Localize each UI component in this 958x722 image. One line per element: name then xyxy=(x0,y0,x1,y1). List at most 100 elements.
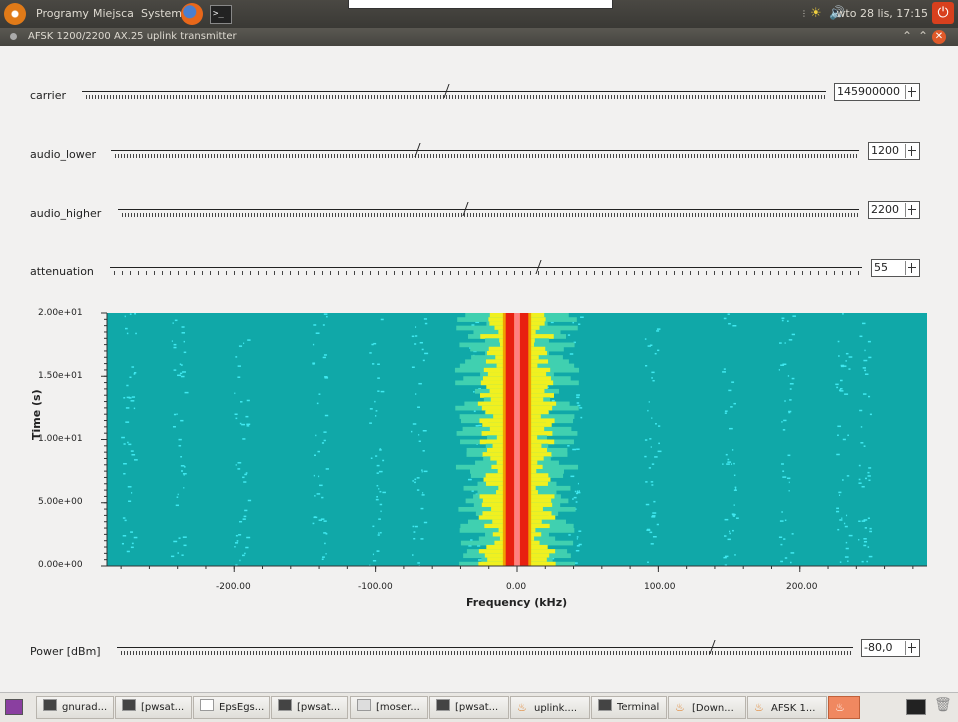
waterfall-speckle xyxy=(247,339,251,341)
waterfall-speckle xyxy=(570,475,575,478)
clock[interactable]: wto 28 lis, 17:15 xyxy=(836,7,928,20)
weather-icon[interactable]: ☀ xyxy=(810,6,822,21)
spin-arrows-icon[interactable] xyxy=(905,203,918,217)
audio-higher-value[interactable]: 2200 xyxy=(871,203,899,216)
audio-lower-value[interactable]: 1200 xyxy=(871,144,899,157)
waterfall-speckle xyxy=(234,542,239,544)
menu-system[interactable]: System xyxy=(141,7,182,20)
menu-places[interactable]: Miejsca xyxy=(93,7,134,20)
panel-text-field[interactable] xyxy=(348,0,613,9)
taskbar-item[interactable]: [pwsat... xyxy=(429,696,509,719)
waterfall-speckle xyxy=(324,414,329,417)
terminal-icon[interactable]: >_ xyxy=(210,5,232,24)
waterfall-speckle xyxy=(378,518,381,520)
power-slider-handle[interactable] xyxy=(711,640,715,654)
waterfall-speckle xyxy=(181,470,184,472)
waterfall-speckle xyxy=(787,375,790,377)
taskbar-item[interactable]: [moser... xyxy=(350,696,428,719)
waterfall-speckle xyxy=(122,535,127,537)
waterfall-speckle xyxy=(176,413,178,415)
waterfall-speckle xyxy=(372,553,374,556)
waterfall-speckle xyxy=(246,423,251,426)
audio-higher-slider-handle[interactable] xyxy=(464,202,468,216)
audio-higher-slider-track[interactable] xyxy=(118,209,859,210)
waterfall-speckle xyxy=(789,383,794,385)
spin-arrows-icon[interactable] xyxy=(905,641,918,655)
indicator-icon[interactable]: ⋮ xyxy=(800,9,808,18)
waterfall-speckle xyxy=(575,549,580,552)
x-tick-label: -100.00 xyxy=(358,582,393,592)
waterfall-speckle xyxy=(866,560,869,563)
spin-arrows-icon[interactable] xyxy=(905,261,918,275)
taskbar-item[interactable]: [pwsat... xyxy=(115,696,192,719)
ubuntu-logo-icon[interactable] xyxy=(4,3,26,25)
waterfall-speckle xyxy=(844,525,848,528)
waterfall-speckle xyxy=(574,562,578,564)
waterfall-speckle xyxy=(858,482,862,484)
waterfall-speckle xyxy=(836,386,839,389)
waterfall-speckle xyxy=(845,547,849,550)
waterfall-speckle xyxy=(858,538,860,541)
waterfall-speckle xyxy=(129,376,132,379)
waterfall-speckle xyxy=(656,328,661,330)
waterfall-speckle xyxy=(181,326,185,328)
taskbar-item[interactable]: ♨ [Down... xyxy=(668,696,746,719)
attenuation-slider-handle[interactable] xyxy=(537,260,541,274)
carrier-value[interactable]: 145900000 xyxy=(837,85,900,98)
waterfall-speckle xyxy=(129,313,132,315)
carrier-slider-track[interactable] xyxy=(82,91,826,92)
menu-applications[interactable]: Programy xyxy=(36,7,89,20)
waterfall-speckle xyxy=(422,359,425,362)
carrier-label: carrier xyxy=(30,89,66,102)
taskbar-item[interactable]: [pwsat... xyxy=(271,696,348,719)
power-slider-track[interactable] xyxy=(117,647,853,648)
audio-lower-slider-handle[interactable] xyxy=(416,143,420,157)
waterfall-speckle xyxy=(237,462,242,464)
power-value[interactable]: -80,0 xyxy=(864,641,892,654)
attenuation-slider-track[interactable] xyxy=(110,267,862,268)
spin-arrows-icon[interactable] xyxy=(905,85,918,99)
taskbar-item[interactable]: Terminal xyxy=(591,696,667,719)
waterfall-speckle xyxy=(245,415,249,418)
carrier-slider-handle[interactable] xyxy=(445,84,449,98)
taskbar-item-active[interactable]: ♨ xyxy=(828,696,860,719)
taskbar-item[interactable]: ♨ uplink.... xyxy=(510,696,590,719)
waterfall-speckle xyxy=(180,456,183,458)
audio-lower-slider-track[interactable] xyxy=(111,150,859,151)
window-titlebar[interactable]: AFSK 1200/2200 AX.25 uplink transmitter … xyxy=(0,28,958,46)
firefox-icon[interactable] xyxy=(181,3,203,25)
trash-icon[interactable]: 🗑 xyxy=(934,697,952,717)
waterfall-speckle xyxy=(325,533,328,535)
carrier-spinbox[interactable]: 145900000 xyxy=(834,83,920,101)
taskbar-item[interactable]: EpsEgs... xyxy=(193,696,270,719)
maximize-icon[interactable]: ⌃ xyxy=(918,29,928,43)
power-spinbox[interactable]: -80,0 xyxy=(861,639,920,657)
attenuation-spinbox[interactable]: 55 xyxy=(871,259,920,277)
waterfall-speckle xyxy=(131,454,136,456)
waterfall-speckle xyxy=(418,440,421,443)
waterfall-speckle xyxy=(470,539,473,541)
taskbar-item[interactable]: ♨ AFSK 1... xyxy=(747,696,827,719)
waterfall-speckle xyxy=(420,507,424,510)
waterfall-speckle xyxy=(644,338,647,340)
waterfall-speckle xyxy=(127,441,129,444)
waterfall-plot[interactable] xyxy=(0,300,958,615)
window-menu-icon[interactable] xyxy=(10,33,17,40)
audio-lower-spinbox[interactable]: 1200 xyxy=(868,142,920,160)
taskbar-item[interactable]: gnurad... xyxy=(36,696,114,719)
waterfall-speckle xyxy=(789,388,792,390)
terminal-icon[interactable] xyxy=(906,699,926,715)
minimize-icon[interactable]: ⌃ xyxy=(902,29,912,43)
show-desktop-icon[interactable] xyxy=(5,699,23,715)
waterfall-speckle xyxy=(647,561,649,564)
waterfall-speckle xyxy=(421,469,423,471)
waterfall-speckle xyxy=(657,425,661,427)
close-icon[interactable]: ✕ xyxy=(932,30,946,44)
spin-arrows-icon[interactable] xyxy=(905,144,918,158)
waterfall-speckle xyxy=(576,396,580,399)
power-icon[interactable]: ⏻ xyxy=(932,2,954,24)
waterfall-speckle xyxy=(575,501,578,503)
waterfall-speckle xyxy=(789,399,792,401)
attenuation-value[interactable]: 55 xyxy=(874,261,888,274)
audio-higher-spinbox[interactable]: 2200 xyxy=(868,201,920,219)
